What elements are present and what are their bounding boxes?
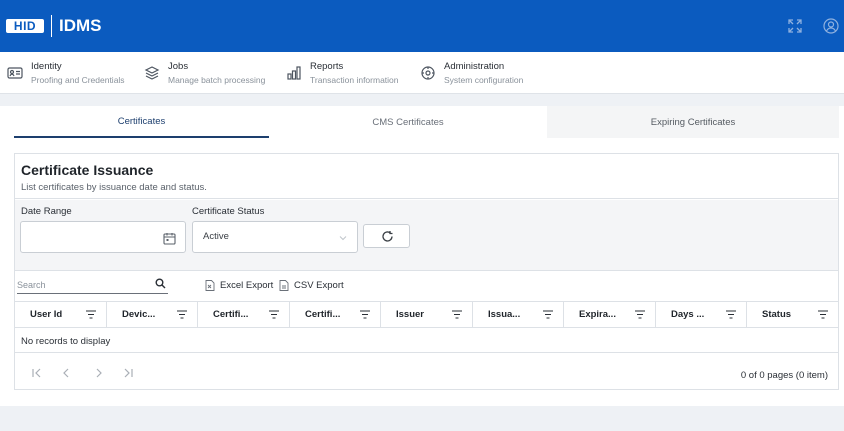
date-range-label: Date Range	[21, 206, 72, 217]
card-header: Certificate Issuance List certificates b…	[15, 154, 838, 199]
column-title: Certifi...	[213, 309, 249, 320]
column-header-days[interactable]: Days ...	[656, 302, 747, 327]
nav-title: Jobs	[168, 60, 189, 72]
main-nav: Identity Proofing and Credentials Jobs M…	[0, 52, 844, 94]
date-range-input[interactable]	[20, 221, 186, 253]
grid-divider	[15, 352, 838, 353]
refresh-button[interactable]	[363, 224, 410, 248]
column-header-certificate-2[interactable]: Certifi...	[290, 302, 381, 327]
main-panel: Certificates CMS Certificates Expiring C…	[0, 106, 844, 406]
filter-icon[interactable]	[86, 310, 96, 319]
nav-title: Reports	[310, 60, 344, 72]
nav-subtitle: Manage batch processing	[168, 74, 266, 85]
pager-info: 0 of 0 pages (0 item)	[740, 370, 828, 381]
filter-icon[interactable]	[726, 310, 736, 319]
nav-item-reports[interactable]: Reports Transaction information	[286, 52, 399, 94]
next-page-icon[interactable]	[93, 367, 105, 379]
bar-chart-icon	[286, 65, 302, 81]
grid-header: User Id Devic... Certifi... Certifi... I…	[15, 301, 838, 328]
column-header-expiration[interactable]: Expira...	[564, 302, 656, 327]
filter-icon[interactable]	[452, 310, 462, 319]
column-title: Expira...	[579, 309, 616, 320]
tab-bar: Certificates CMS Certificates Expiring C…	[14, 106, 839, 138]
id-card-icon	[7, 65, 23, 81]
logo-divider	[51, 15, 52, 37]
refresh-icon	[382, 231, 393, 242]
tab-expiring-certificates[interactable]: Expiring Certificates	[547, 106, 839, 138]
pager: 0 of 0 pages (0 item)	[15, 359, 838, 389]
nav-subtitle: Proofing and Credentials	[31, 74, 125, 85]
search-box	[17, 275, 168, 294]
nav-subtitle: Transaction information	[310, 74, 399, 85]
column-title: User Id	[30, 309, 63, 320]
nav-item-jobs[interactable]: Jobs Manage batch processing	[144, 52, 265, 94]
column-title: Devic...	[122, 309, 156, 320]
filter-icon[interactable]	[818, 310, 828, 319]
card-subtitle: List certificates by issuance date and s…	[21, 182, 207, 193]
previous-page-icon[interactable]	[60, 367, 72, 379]
chevron-down-icon	[339, 234, 347, 242]
column-header-status[interactable]: Status	[747, 302, 838, 327]
first-page-icon[interactable]	[31, 367, 43, 379]
column-title: Issuer	[396, 309, 424, 320]
certificate-status-select[interactable]: Active	[192, 221, 358, 253]
fullscreen-icon[interactable]	[787, 18, 803, 34]
tab-cms-certificates[interactable]: CMS Certificates	[269, 106, 547, 138]
filter-icon[interactable]	[360, 310, 370, 319]
filter-panel: Date Range Certificate Status Active	[15, 200, 838, 271]
grid-toolbar: Excel Export CSV Export	[15, 272, 838, 299]
column-header-issuer[interactable]: Issuer	[381, 302, 473, 327]
excel-export-button[interactable]: Excel Export	[205, 278, 273, 292]
excel-export-label: Excel Export	[220, 279, 274, 291]
search-input[interactable]	[17, 276, 147, 294]
nav-item-identity[interactable]: Identity Proofing and Credentials	[7, 52, 125, 94]
layers-icon	[144, 65, 160, 81]
column-title: Status	[762, 309, 792, 320]
excel-file-icon	[205, 279, 215, 291]
csv-file-icon	[279, 279, 289, 291]
filter-icon[interactable]	[269, 310, 279, 319]
settings-icon	[420, 65, 436, 81]
column-title: Certifi...	[305, 309, 341, 320]
status-selected-value: Active	[203, 231, 229, 242]
last-page-icon[interactable]	[122, 367, 134, 379]
calendar-icon[interactable]	[163, 232, 176, 245]
filter-icon[interactable]	[177, 310, 187, 319]
search-icon[interactable]	[155, 278, 166, 289]
filter-icon[interactable]	[543, 310, 553, 319]
filter-icon[interactable]	[635, 310, 645, 319]
nav-title: Identity	[31, 60, 62, 72]
user-account-icon[interactable]	[823, 18, 839, 34]
column-title: Days ...	[671, 309, 705, 320]
column-title: Issua...	[488, 309, 521, 320]
nav-title: Administration	[444, 60, 505, 72]
certificate-status-label: Certificate Status	[192, 206, 265, 217]
nav-item-administration[interactable]: Administration System configuration	[420, 52, 523, 94]
card-title: Certificate Issuance	[21, 162, 154, 178]
csv-export-label: CSV Export	[294, 279, 344, 291]
nav-subtitle: System configuration	[444, 74, 524, 85]
column-header-device[interactable]: Devic...	[107, 302, 198, 327]
column-header-user-id[interactable]: User Id	[15, 302, 107, 327]
column-header-issuance[interactable]: Issua...	[473, 302, 564, 327]
hid-logo: HID	[6, 19, 44, 33]
app-name: IDMS	[59, 16, 102, 35]
empty-grid-message: No records to display	[21, 336, 111, 347]
certificate-issuance-card: Certificate Issuance List certificates b…	[14, 153, 839, 390]
top-header: HID IDMS	[0, 0, 844, 52]
csv-export-button[interactable]: CSV Export	[279, 278, 344, 292]
tab-certificates[interactable]: Certificates	[14, 106, 269, 138]
column-header-certificate-1[interactable]: Certifi...	[198, 302, 290, 327]
